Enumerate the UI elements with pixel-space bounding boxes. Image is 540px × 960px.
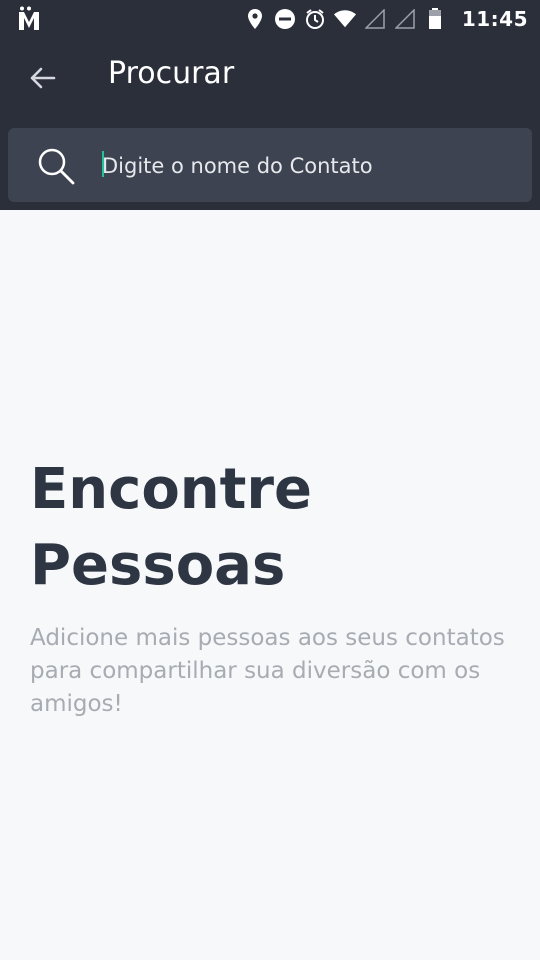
app-bar: Procurar xyxy=(0,38,540,210)
text-caret xyxy=(102,151,104,177)
empty-state-headline: Encontre Pessoas xyxy=(30,457,313,598)
status-time: 11:45 xyxy=(461,7,528,31)
signal-icon xyxy=(394,8,416,30)
back-button[interactable] xyxy=(26,62,58,94)
wifi-icon xyxy=(333,8,356,30)
signal-icon xyxy=(364,8,386,30)
empty-state-description: Adicione mais pessoas aos seus contatos … xyxy=(30,625,505,717)
empty-state: Encontre Pessoas Adicione mais pessoas a… xyxy=(30,452,520,721)
search-input[interactable] xyxy=(100,144,524,188)
page-title: Procurar xyxy=(108,56,235,91)
location-icon xyxy=(244,8,266,30)
search-bar[interactable] xyxy=(8,128,532,202)
search-icon xyxy=(36,146,76,186)
status-icons: 11:45 xyxy=(244,0,528,38)
battery-icon xyxy=(424,8,446,30)
status-bar: 11:45 xyxy=(0,0,540,38)
arrow-left-icon xyxy=(30,67,56,89)
app-logo-icon xyxy=(18,6,40,32)
do-not-disturb-icon xyxy=(274,8,296,30)
alarm-icon xyxy=(304,8,326,30)
